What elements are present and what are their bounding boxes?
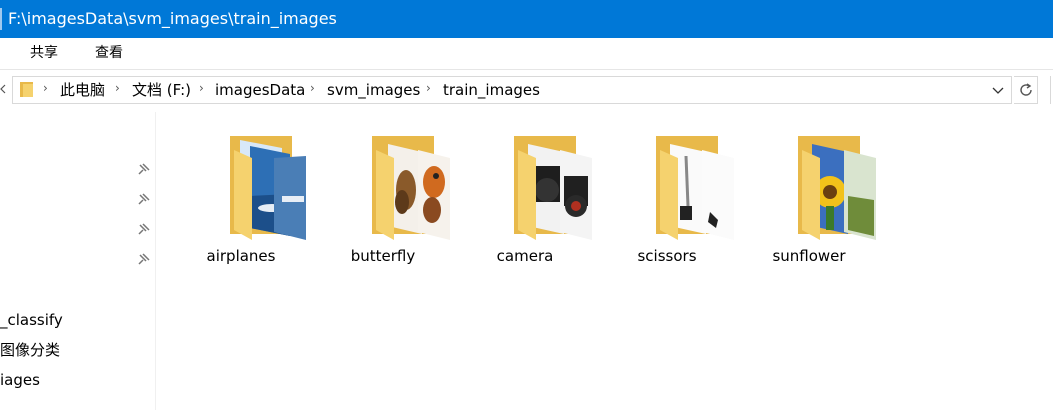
ribbon: 共享 查看 [0, 38, 1053, 70]
tab-share[interactable]: 共享 [30, 43, 58, 63]
folder-item-sunflower[interactable]: sunflower [754, 132, 884, 272]
file-list: airplanes butterfly camera scissors sunf… [156, 112, 1053, 410]
folder-sunflower-icon [798, 136, 876, 240]
folder-name: camera [496, 247, 554, 265]
folder-item-airplanes[interactable]: airplanes [186, 132, 316, 272]
pin-icon[interactable] [136, 162, 150, 176]
up-arrow-icon[interactable] [0, 82, 6, 96]
chevron-right-icon[interactable]: › [426, 81, 431, 95]
chevron-down-icon[interactable] [991, 81, 1005, 99]
folder-butterfly-icon [372, 136, 450, 240]
folder-name: butterfly [350, 247, 416, 265]
title-bar: F:\imagesData\svm_images\train_images [0, 0, 1053, 38]
title-bar-edge [0, 8, 2, 30]
address-row: › 此电脑 › 文档 (F:) › imagesData › svm_image… [0, 70, 1053, 112]
folder-name: airplanes [206, 247, 276, 265]
folder-name: sunflower [772, 247, 846, 265]
folder-icon [20, 82, 33, 97]
folder-camera-icon [514, 136, 592, 240]
address-bar[interactable]: › 此电脑 › 文档 (F:) › imagesData › svm_image… [12, 76, 1012, 104]
nav-item-classify[interactable]: _classify [0, 310, 63, 330]
breadcrumb-imagesdata[interactable]: imagesData [215, 80, 305, 100]
nav-item-image-classify[interactable]: 图像分类 [0, 340, 60, 360]
folder-name: scissors [637, 247, 697, 265]
tab-view[interactable]: 查看 [95, 43, 123, 63]
folder-scissors-icon [656, 136, 734, 240]
breadcrumb-svm-images[interactable]: svm_images [327, 80, 420, 100]
chevron-right-icon[interactable]: › [115, 81, 120, 95]
breadcrumb-drive[interactable]: 文档 (F:) [132, 80, 191, 100]
breadcrumb-this-pc[interactable]: 此电脑 [60, 80, 105, 100]
folder-item-scissors[interactable]: scissors [612, 132, 742, 272]
window-title: F:\imagesData\svm_images\train_images [8, 9, 337, 28]
pin-icon[interactable] [136, 222, 150, 236]
folder-item-camera[interactable]: camera [470, 132, 600, 272]
pin-icon[interactable] [136, 192, 150, 206]
folder-item-butterfly[interactable]: butterfly [328, 132, 458, 272]
navigation-pane: _classify 图像分类 iages [0, 112, 156, 410]
refresh-icon [1020, 83, 1032, 96]
breadcrumb-train-images[interactable]: train_images [443, 80, 540, 100]
nav-item-images[interactable]: iages [0, 370, 40, 390]
refresh-button[interactable] [1014, 76, 1038, 104]
chevron-right-icon[interactable]: › [199, 81, 204, 95]
chevron-right-icon[interactable]: › [43, 81, 48, 95]
chevron-right-icon[interactable]: › [310, 81, 315, 95]
pin-icon[interactable] [136, 252, 150, 266]
folder-airplanes-icon [230, 136, 306, 240]
